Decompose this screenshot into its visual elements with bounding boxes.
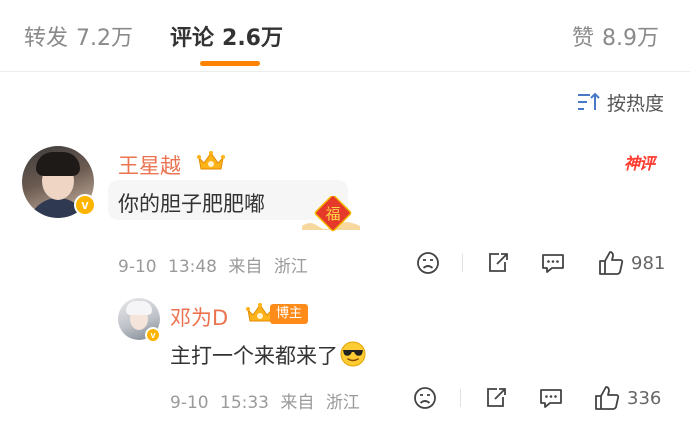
verified-badge-icon: v [145,327,161,343]
reply-like-count: 336 [627,387,662,409]
fu-sticker-icon: 福 [302,196,360,232]
reply-repost-button[interactable] [483,385,509,411]
tab-comments-count: 2.6万 [222,26,283,51]
comment-icon [540,389,562,408]
share-icon [489,253,508,272]
tab-reposts[interactable]: 转发 7.2万 [24,20,133,52]
cool-sunglasses-emoji [340,341,366,367]
tab-comments-label: 评论 [170,26,215,51]
comment-author-name[interactable]: 王星越 [118,150,181,180]
reply-button[interactable] [540,250,566,276]
reply-text: 主打一个来都来了 [170,344,338,368]
reply-location-prefix: 来自 [280,393,315,413]
tab-reposts-count: 7.2万 [76,26,134,51]
dislike-button[interactable] [415,250,441,276]
reply-like-button[interactable]: 336 [593,384,661,412]
like-button[interactable]: 981 [597,249,665,277]
reply-author-name[interactable]: 邓为D [170,302,228,332]
tab-likes-count: 8.9万 [602,26,660,51]
reply-date: 9-10 [170,393,209,413]
reply-dislike-button[interactable] [412,385,438,411]
comment-meta: 9-10 13:48 来自 浙江 [118,252,308,277]
sort-by-hot-button[interactable]: 按热度 [577,88,664,116]
svg-text:福: 福 [325,205,340,223]
thumbs-up-icon [595,386,620,410]
sort-label: 按热度 [606,92,664,115]
reply-meta: 9-10 15:33 来自 浙江 [170,388,360,413]
comment-text: 你的胆子肥肥嘟 [118,192,265,216]
repost-comment-button[interactable] [485,250,511,276]
sad-face-icon [414,387,436,409]
tab-reposts-label: 转发 [24,26,69,51]
tab-bar: 转发 7.2万 评论 2.6万 赞 8.9万 [0,0,690,72]
reply-time: 15:33 [220,393,269,413]
like-count: 981 [631,252,666,274]
comment-location: 浙江 [273,257,308,277]
author-host-badge: 博主 [270,304,309,324]
comment-location-prefix: 来自 [228,257,263,277]
verified-badge-icon: v [74,194,96,216]
divider [462,254,463,272]
tab-likes[interactable]: 赞 8.9万 [572,20,659,52]
reply-comment-button[interactable] [538,385,564,411]
thumbs-up-icon [599,251,624,275]
comment-time: 13:48 [168,257,217,277]
vip-crown-icon [197,151,225,170]
active-tab-indicator [200,61,260,66]
tab-likes-label: 赞 [572,26,595,51]
sort-icon [577,92,600,110]
comment-date: 9-10 [118,257,157,277]
reply-location: 浙江 [325,393,360,413]
comment-icon [542,254,564,273]
divider [460,389,461,407]
share-icon [487,388,506,407]
sad-face-icon [417,252,439,274]
tab-comments[interactable]: 评论 2.6万 [170,20,283,52]
reply-text-line: 主打一个来都来了 [170,340,366,370]
god-comment-tag: 神评 [624,154,655,173]
